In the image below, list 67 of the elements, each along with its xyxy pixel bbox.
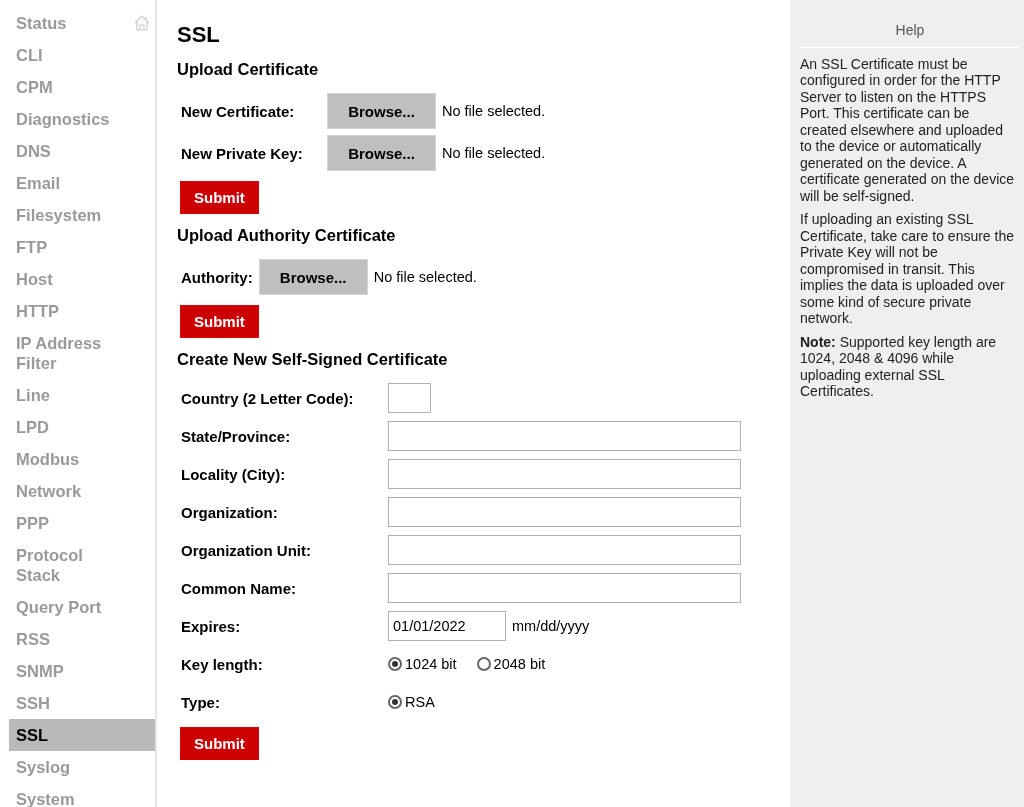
input-field[interactable]	[388, 459, 741, 489]
help-title: Help	[800, 0, 1020, 48]
home-icon[interactable]	[133, 14, 151, 32]
sidebar-item[interactable]: Syslog	[9, 751, 134, 783]
radio-label: RSA	[405, 694, 435, 710]
field-label: Organization:	[181, 503, 279, 521]
field-label: Common Name:	[181, 579, 297, 597]
sidebar-item[interactable]: Network	[9, 475, 134, 507]
sidebar-item[interactable]: Query Port	[9, 591, 134, 623]
submit-button[interactable]: Submit	[180, 727, 259, 760]
browse-button[interactable]: Browse...	[327, 135, 436, 171]
sidebar-item[interactable]: PPP	[9, 507, 134, 539]
sidebar-item[interactable]: SNMP	[9, 655, 134, 687]
field-label: Organization Unit:	[181, 541, 312, 559]
radio-label: 1024 bit	[405, 656, 457, 672]
file-status: No file selected.	[442, 145, 546, 161]
sidebar-item[interactable]: CLI	[9, 39, 134, 71]
field-label: State/Province:	[181, 427, 292, 445]
sidebar-item[interactable]: DNS	[9, 135, 134, 167]
field-label: Locality (City):	[181, 465, 287, 483]
sidebar-item[interactable]: FTP	[9, 231, 134, 263]
browse-button[interactable]: Browse...	[258, 259, 368, 295]
field-label: Expires:	[181, 617, 242, 635]
input-field[interactable]	[388, 573, 741, 603]
date-field[interactable]: 01/01/2022	[388, 611, 506, 641]
help-paragraph: An SSL Certificate must be configured in order for the HTTP Server to listen on the HTTPS Port. This certificate can be created elsewhere and uploaded to the device or automatically generated on the device. A certificate generated on the device will be self-signed.	[800, 55, 1016, 204]
field-label: Authority:	[181, 268, 253, 286]
date-format-hint: mm/dd/yyyy	[512, 618, 590, 634]
section-heading: Create New Self-Signed Certificate	[177, 350, 449, 369]
sidebar-item[interactable]: Protocol Stack	[9, 539, 134, 591]
input-field[interactable]	[388, 497, 741, 527]
input-field[interactable]	[388, 421, 741, 451]
sidebar-item[interactable]: SSH	[9, 687, 134, 719]
page-title: SSL	[177, 22, 221, 48]
sidebar-item[interactable]: HTTP	[9, 295, 134, 327]
sidebar-item[interactable]: Diagnostics	[9, 103, 134, 135]
browse-button[interactable]: Browse...	[327, 93, 436, 129]
sidebar-item[interactable]: SSL	[9, 719, 155, 751]
section-heading: Upload Certificate	[177, 60, 320, 79]
sidebar-item[interactable]: Status	[9, 7, 134, 39]
radio-button[interactable]	[476, 657, 491, 671]
sidebar-item[interactable]: CPM	[9, 71, 134, 103]
file-status: No file selected.	[442, 103, 546, 119]
field-label: New Certificate:	[181, 102, 296, 120]
help-paragraph: If uploading an existing SSL Certificate, take care to ensure the Private Key will not be compromised in transit. This implies the data is uploaded over some kind of secure private network.	[800, 211, 1015, 327]
submit-button[interactable]: Submit	[180, 181, 259, 214]
radio-button[interactable]	[388, 695, 402, 709]
field-label: Key length:	[181, 655, 264, 673]
sidebar-item[interactable]: IP Address Filter	[9, 327, 134, 379]
sidebar-item[interactable]: Email	[9, 167, 134, 199]
sidebar-item[interactable]: Filesystem	[9, 199, 134, 231]
section-heading: Upload Authority Certificate	[177, 226, 397, 245]
radio-label: 2048 bit	[493, 656, 546, 672]
sidebar-item[interactable]: Line	[9, 379, 134, 411]
sidebar-item[interactable]: Modbus	[9, 443, 134, 475]
radio-button[interactable]	[388, 657, 402, 671]
file-status: No file selected.	[373, 269, 477, 285]
sidebar-item[interactable]: LPD	[9, 411, 134, 443]
field-label: Country (2 Letter Code):	[181, 389, 355, 407]
help-paragraph: Note: Supported key length are 1024, 2048 & 4096 while uploading external SSL Certificates.	[800, 333, 998, 400]
field-label: Type:	[181, 693, 221, 711]
field-label: New Private Key:	[181, 144, 304, 162]
submit-button[interactable]: Submit	[180, 305, 259, 338]
sidebar-item[interactable]: Host	[9, 263, 134, 295]
input-field[interactable]	[388, 383, 431, 413]
input-field[interactable]	[388, 535, 741, 565]
sidebar-item[interactable]: RSS	[9, 623, 134, 655]
